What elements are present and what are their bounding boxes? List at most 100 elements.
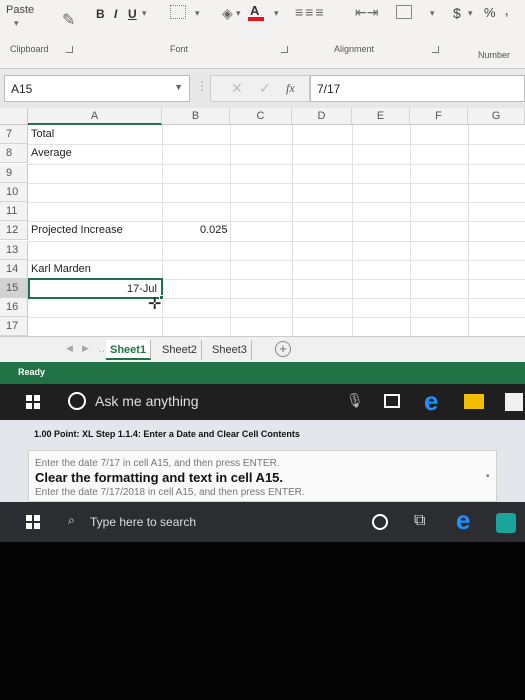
selected-cell-a15[interactable]: 17-Jul [28,278,163,299]
row-header[interactable]: 14 [0,260,28,279]
format-painter-icon[interactable]: ✎ [62,10,75,30]
font-color-icon[interactable]: A [248,3,264,21]
assignment-panel: 1.00 Point: XL Step 1.1.4: Enter a Date … [0,420,525,502]
cursor-crosshair-icon: ✛ [148,296,162,313]
fill-dropdown-icon[interactable]: ▾ [236,8,241,19]
row-header[interactable]: 8 [0,144,28,163]
percent-button[interactable]: % [484,5,496,20]
search-box[interactable]: ⌕ Type here to search [62,512,240,534]
alignment-icons[interactable]: ≡≡≡ [295,4,326,20]
row-header[interactable]: 12 [0,221,28,240]
borders-icon[interactable] [170,5,186,19]
tab-sheet2[interactable]: Sheet2 [158,340,202,360]
formula-input[interactable]: 7/17 [310,75,525,102]
bold-button[interactable]: B [96,7,105,21]
formula-buttons: ✕ ✓ fx [210,75,310,102]
task-view-icon[interactable]: ⧉ [414,512,425,530]
row-header[interactable]: 9 [0,164,28,183]
formula-bar-drag-handle[interactable]: ⋮ [196,79,208,93]
search-placeholder: Type here to search [90,515,197,529]
instruction-line-2: Clear the formatting and text in cell A1… [35,470,284,485]
column-header-a[interactable]: A [28,108,162,125]
alignment-launcher-icon[interactable] [432,46,439,53]
formula-bar: A15 ▼ ⋮ ✕ ✓ fx 7/17 [0,68,525,108]
name-box[interactable]: A15 ▼ [4,75,190,102]
row-header-selected[interactable]: 15 [0,279,28,298]
column-header-g[interactable]: G [468,108,525,125]
row-header[interactable]: 13 [0,241,28,260]
add-sheet-icon[interactable]: + [275,341,291,357]
paste-dropdown-icon[interactable]: ▾ [14,18,19,29]
row-header[interactable]: 11 [0,202,28,221]
row-header[interactable]: 17 [0,317,28,336]
bullet-icon: • [486,471,490,482]
clipboard-group-label: Clipboard [10,44,49,54]
column-header-d[interactable]: D [292,108,352,125]
taskbar-top: Ask me anything 🎙 e [0,384,525,420]
currency-dropdown-icon[interactable]: ▾ [468,8,473,19]
tab-sheet1[interactable]: Sheet1 [106,340,152,360]
cortana-icon[interactable] [68,392,86,410]
scroll-right-icon[interactable]: ▶ [82,343,89,354]
font-launcher-icon[interactable] [281,46,288,53]
underline-dropdown-icon[interactable]: ▾ [142,8,147,19]
instruction-box: Enter the date 7/17 in cell A15, and the… [28,450,497,502]
cell-a7[interactable]: Total [31,125,54,144]
store-icon[interactable] [505,393,523,411]
screen-bezel [0,542,525,700]
font-group-label: Font [170,44,189,54]
alignment-group-label: Alignment [334,44,375,54]
clipboard-launcher-icon[interactable] [66,46,73,53]
windows-start-icon[interactable] [26,395,40,409]
edge-icon[interactable]: e [456,505,470,536]
assignment-title: 1.00 Point: XL Step 1.1.4: Enter a Date … [34,429,300,439]
column-header-c[interactable]: C [230,108,292,125]
merge-dropdown-icon[interactable]: ▾ [430,8,435,19]
instruction-line-3: Enter the date 7/17/2018 in cell A15, an… [35,487,305,498]
worksheet-grid: A B C D E F G 7 8 9 10 11 12 13 14 15 16… [0,108,525,362]
cortana-icon[interactable] [372,514,388,530]
windows-start-icon[interactable] [26,515,40,529]
borders-dropdown-icon[interactable]: ▾ [195,8,200,19]
indent-icon[interactable]: ⇤⇥ [355,4,378,21]
row-header[interactable]: 16 [0,298,28,317]
taskbar-bottom: ⌕ Type here to search ⧉ e [0,502,525,542]
font-color-dropdown-icon[interactable]: ▾ [274,8,279,19]
comma-style-icon[interactable]: , [505,4,508,18]
chevron-down-icon[interactable]: ▼ [174,82,183,92]
file-explorer-icon[interactable] [464,394,484,409]
number-group-label: Number [478,50,511,60]
scroll-left-icon[interactable]: ◀ [66,343,73,354]
column-header-e[interactable]: E [352,108,410,125]
column-header-f[interactable]: F [410,108,468,125]
edge-icon[interactable]: e [424,386,438,417]
cell-b12[interactable]: 0.025 [200,221,228,240]
microphone-icon[interactable]: 🎙 [346,392,364,409]
formula-value: 7/17 [317,82,341,96]
cancel-icon[interactable]: ✕ [231,80,243,97]
status-bar: Ready [0,362,525,384]
underline-button[interactable]: U [128,7,137,21]
taskbar-search-text[interactable]: Ask me anything [95,393,199,409]
search-icon: ⌕ [68,513,75,527]
currency-button[interactable]: $ [453,5,461,21]
paste-button[interactable]: Paste [6,4,34,16]
column-header-b[interactable]: B [162,108,230,125]
row-header[interactable]: 7 [0,125,28,144]
select-all-corner[interactable] [0,108,28,125]
cell-a14[interactable]: Karl Marden [31,260,91,279]
cell-a12[interactable]: Projected Increase [31,221,123,240]
row-header[interactable]: 10 [0,183,28,202]
app-icon[interactable] [496,513,516,533]
status-text: Ready [18,367,46,377]
italic-button[interactable]: I [114,7,117,21]
merge-center-icon[interactable] [396,5,412,19]
task-view-icon[interactable] [384,394,400,408]
fill-color-icon[interactable]: ◈ [222,5,233,22]
instruction-line-1: Enter the date 7/17 in cell A15, and the… [35,458,280,469]
cell-a8[interactable]: Average [31,144,72,163]
insert-function-icon[interactable]: fx [286,81,295,96]
tab-sheet3[interactable]: Sheet3 [208,340,252,360]
name-box-value: A15 [11,82,33,96]
enter-icon[interactable]: ✓ [259,80,271,97]
